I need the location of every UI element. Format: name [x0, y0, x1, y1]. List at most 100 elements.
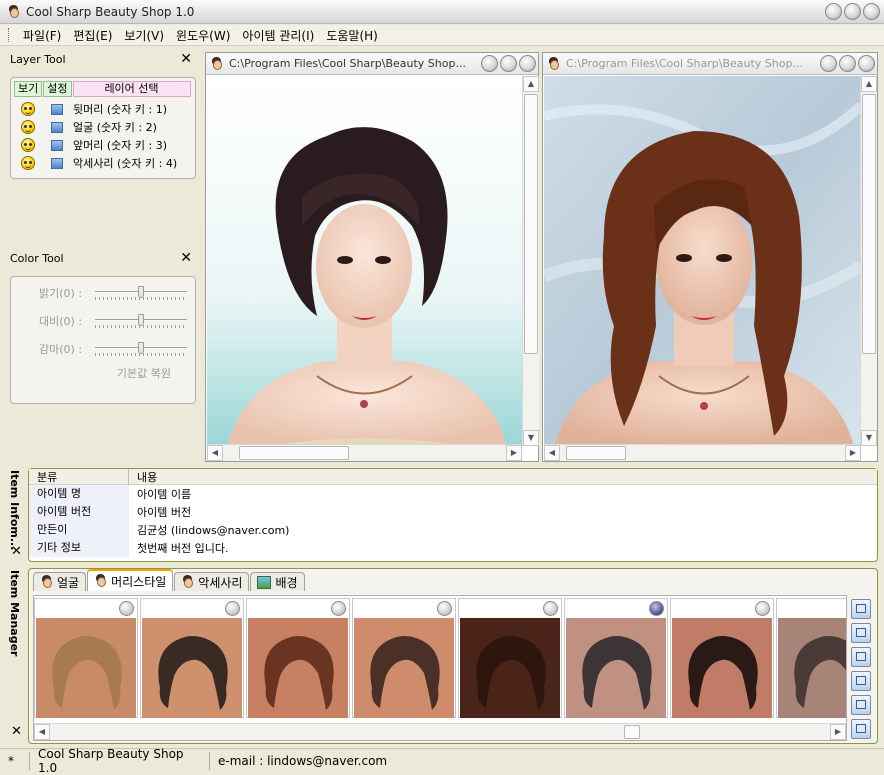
maximize-button[interactable] [844, 3, 861, 20]
layer-row-front-hair[interactable]: 앞머리 (숫자 키 : 3) [11, 136, 195, 154]
hairstyle-tile[interactable] [776, 598, 846, 718]
minimize-button[interactable] [825, 3, 842, 20]
reset-defaults-button[interactable]: 기본값 복원 [11, 365, 195, 381]
tile-select-radio[interactable] [437, 601, 452, 616]
scroll-up-arrow[interactable]: ▲ [523, 76, 539, 92]
tile-select-radio[interactable] [543, 601, 558, 616]
export-item-icon[interactable] [851, 647, 871, 667]
visibility-smiley-icon[interactable] [21, 120, 35, 134]
menu-view[interactable]: 보기(V) [118, 27, 170, 44]
tab-face[interactable]: 얼굴 [33, 572, 87, 591]
hairstyle-tile[interactable] [140, 598, 244, 718]
vertical-scrollbar[interactable]: ▲ ▼ [860, 76, 877, 446]
info-value: 아이템 이름 [137, 488, 192, 501]
view-button[interactable]: 보기 [14, 81, 43, 97]
slider-thumb[interactable] [138, 314, 144, 326]
tile-select-radio[interactable] [755, 601, 770, 616]
contrast-slider[interactable] [95, 314, 187, 328]
scroll-right-arrow[interactable]: ▶ [845, 445, 861, 461]
image-window-2-titlebar[interactable]: C:\Program Files\Cool Sharp\Beauty Shop.… [543, 53, 877, 75]
horizontal-scrollbar[interactable]: ◀ ▶ [207, 444, 522, 461]
gamma-label: 감마(0) : [39, 343, 83, 356]
tile-select-radio[interactable] [225, 601, 240, 616]
scroll-thumb[interactable] [239, 446, 349, 460]
window-title: Cool Sharp Beauty Shop 1.0 [26, 5, 195, 19]
layer-label: 악세사리 (숫자 키 : 4) [73, 157, 178, 170]
scroll-up-arrow[interactable]: ▲ [861, 76, 877, 92]
face-icon [40, 575, 53, 589]
scroll-thumb[interactable] [624, 725, 640, 739]
scroll-right-arrow[interactable]: ▶ [830, 724, 846, 740]
scroll-thumb[interactable] [524, 94, 538, 354]
add-item-icon[interactable] [851, 599, 871, 619]
maximize-button[interactable] [839, 55, 856, 72]
delete-item-icon[interactable] [851, 695, 871, 715]
item-manager-close-icon[interactable]: ✕ [11, 724, 22, 739]
toolbar-grip[interactable] [8, 28, 11, 42]
hairstyle-tile[interactable] [34, 598, 138, 718]
layer-row-face[interactable]: 얼굴 (숫자 키 : 2) [11, 118, 195, 136]
close-button[interactable] [519, 55, 536, 72]
document-icon [210, 56, 223, 71]
hairstyle-tile[interactable] [564, 598, 668, 718]
close-button[interactable] [858, 55, 875, 72]
title-bar[interactable]: Cool Sharp Beauty Shop 1.0 [0, 0, 884, 24]
gamma-slider[interactable] [95, 342, 187, 356]
file-path: C:\Program Files\Cool Sharp\Beauty Shop.… [566, 57, 803, 70]
maximize-button[interactable] [500, 55, 517, 72]
settings-button[interactable]: 설정 [43, 81, 72, 97]
scroll-right-arrow[interactable]: ▶ [506, 445, 522, 461]
vertical-scrollbar[interactable]: ▲ ▼ [522, 76, 539, 446]
color-tool-close-icon[interactable]: ✕ [180, 251, 192, 265]
slider-thumb[interactable] [138, 286, 144, 298]
item-info-close-icon[interactable]: ✕ [11, 544, 22, 559]
gallery-horizontal-scrollbar[interactable]: ◀ ▶ [34, 723, 846, 740]
status-app-name: Cool Sharp Beauty Shop 1.0 [30, 747, 210, 775]
scroll-down-arrow[interactable]: ▼ [861, 430, 877, 446]
minimize-button[interactable] [820, 55, 837, 72]
copy-item-icon[interactable] [851, 671, 871, 691]
close-button[interactable] [863, 3, 880, 20]
layer-select-button[interactable]: 레이어 선택 [72, 81, 191, 97]
scroll-left-arrow[interactable]: ◀ [34, 724, 50, 740]
scroll-left-arrow[interactable]: ◀ [544, 445, 560, 461]
layer-tool-close-icon[interactable]: ✕ [180, 52, 192, 66]
brightness-slider[interactable] [95, 286, 187, 300]
image-window-1-titlebar[interactable]: C:\Program Files\Cool Sharp\Beauty Shop.… [206, 53, 538, 75]
portrait-image-short-hair[interactable] [207, 76, 522, 446]
tile-select-radio[interactable] [649, 601, 664, 616]
scroll-thumb[interactable] [566, 446, 626, 460]
scroll-left-arrow[interactable]: ◀ [207, 445, 223, 461]
menu-item-management[interactable]: 아이템 관리(I) [236, 27, 320, 44]
layer-row-back-hair[interactable]: 뒷머리 (숫자 키 : 1) [11, 100, 195, 118]
visibility-smiley-icon[interactable] [21, 138, 35, 152]
menu-file[interactable]: 파일(F) [17, 27, 67, 44]
layer-label: 앞머리 (숫자 키 : 3) [73, 139, 167, 152]
tab-accessory[interactable]: 악세사리 [174, 572, 250, 591]
visibility-smiley-icon[interactable] [21, 156, 35, 170]
tab-hairstyle[interactable]: 머리스타일 [87, 569, 174, 591]
layer-row-accessory[interactable]: 악세사리 (숫자 키 : 4) [11, 154, 195, 172]
visibility-smiley-icon[interactable] [21, 102, 35, 116]
menu-window[interactable]: 윈도우(W) [170, 27, 236, 44]
scroll-thumb[interactable] [862, 94, 876, 354]
tile-select-radio[interactable] [331, 601, 346, 616]
scroll-down-arrow[interactable]: ▼ [523, 430, 539, 446]
hairstyle-tile[interactable] [458, 598, 562, 718]
slider-thumb[interactable] [138, 342, 144, 354]
next-item-icon[interactable] [851, 719, 871, 739]
minimize-button[interactable] [481, 55, 498, 72]
file-path: C:\Program Files\Cool Sharp\Beauty Shop.… [229, 57, 466, 70]
hairstyle-tile[interactable] [670, 598, 774, 718]
horizontal-scrollbar[interactable]: ◀ ▶ [544, 444, 861, 461]
tile-select-radio[interactable] [119, 601, 134, 616]
hairstyle-tile[interactable] [352, 598, 456, 718]
import-item-icon[interactable] [851, 623, 871, 643]
tab-background[interactable]: 배경 [250, 572, 305, 591]
hairstyle-thumbnail [778, 618, 846, 718]
portrait-image-long-hair[interactable] [544, 76, 861, 446]
hairstyle-tile[interactable] [246, 598, 350, 718]
menu-edit[interactable]: 편집(E) [67, 27, 118, 44]
menu-help[interactable]: 도움말(H) [320, 27, 384, 44]
info-key: 아이템 명 [29, 485, 129, 503]
